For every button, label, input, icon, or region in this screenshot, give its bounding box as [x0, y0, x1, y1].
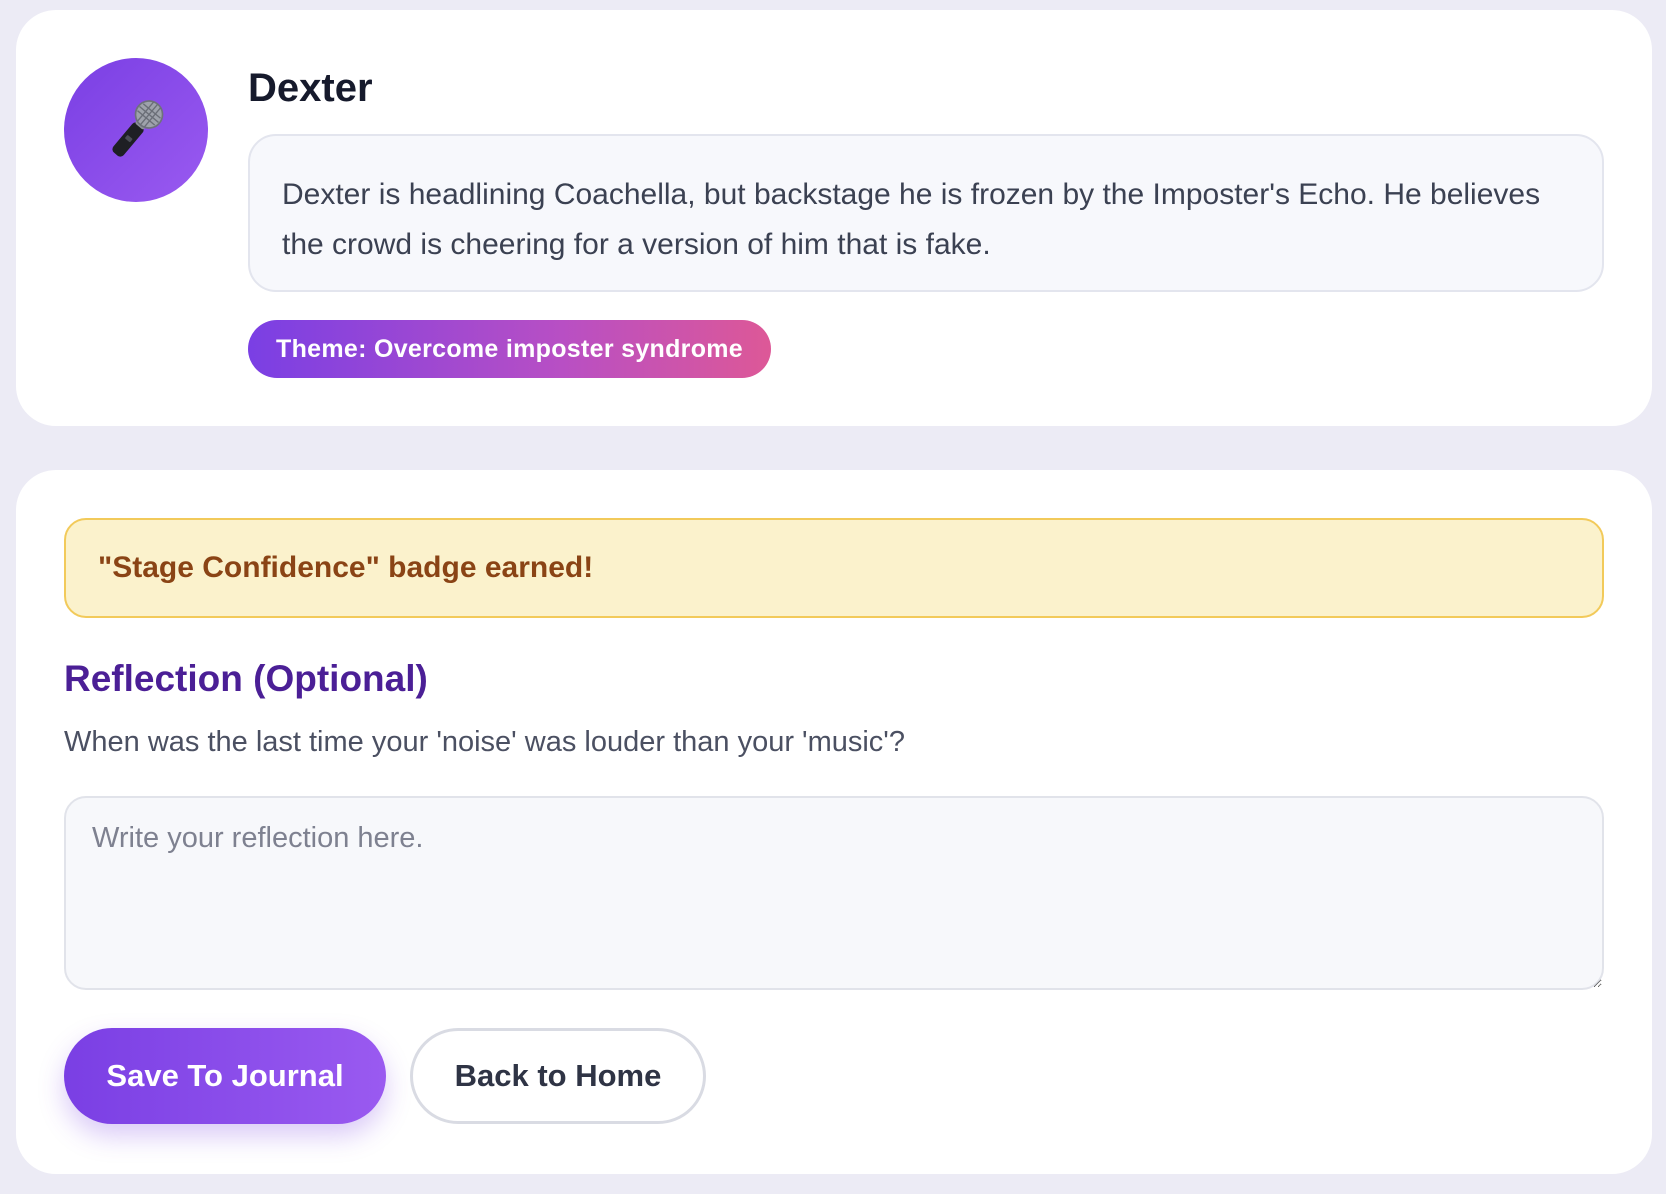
reflection-textarea[interactable]	[64, 796, 1604, 990]
back-to-home-button[interactable]: Back to Home	[410, 1028, 706, 1124]
character-avatar	[64, 58, 208, 202]
reflection-title: Reflection (Optional)	[64, 658, 428, 699]
theme-badge: Theme: Overcome imposter syndrome	[248, 320, 771, 378]
character-card: Dexter Dexter is headlining Coachella, b…	[16, 10, 1652, 426]
save-to-journal-button[interactable]: Save To Journal	[64, 1028, 386, 1124]
microphone-icon	[112, 100, 164, 157]
reflection-card: "Stage Confidence" badge earned! Reflect…	[16, 470, 1652, 1174]
character-name: Dexter	[248, 66, 373, 110]
badge-earned-banner: "Stage Confidence" badge earned!	[64, 518, 1604, 618]
story-description: Dexter is headlining Coachella, but back…	[248, 134, 1604, 292]
reflection-question: When was the last time your 'noise' was …	[64, 726, 905, 758]
